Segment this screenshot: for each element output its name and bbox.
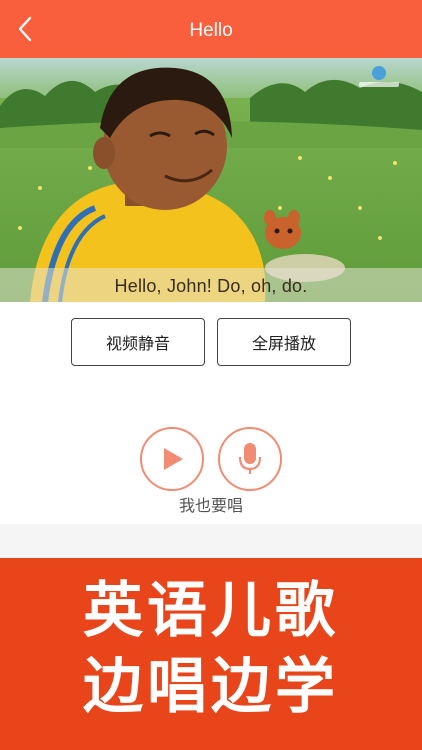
promo-headline-1: 英语儿歌	[83, 576, 339, 646]
record-button[interactable]	[218, 427, 282, 491]
sing-along-label: 我也要唱	[178, 496, 243, 515]
video-frame	[0, 58, 422, 302]
channel-logo	[354, 64, 404, 90]
fullscreen-button[interactable]: 全屏播放	[217, 318, 351, 366]
section-divider	[0, 524, 422, 558]
page-title: Hello	[189, 20, 233, 41]
play-icon	[164, 448, 183, 470]
promo-headline-2: 边唱边学	[83, 652, 339, 722]
video-player[interactable]: Hello, John! Do, oh, do.	[0, 58, 422, 302]
play-button[interactable]	[140, 427, 204, 491]
mute-video-button[interactable]: 视频静音	[71, 318, 205, 366]
promo-banner: 英语儿歌 边唱边学	[0, 558, 422, 750]
video-subtitle: Hello, John! Do, oh, do.	[114, 276, 308, 296]
microphone-icon	[238, 443, 262, 474]
top-navigation-bar: Hello	[0, 0, 422, 58]
